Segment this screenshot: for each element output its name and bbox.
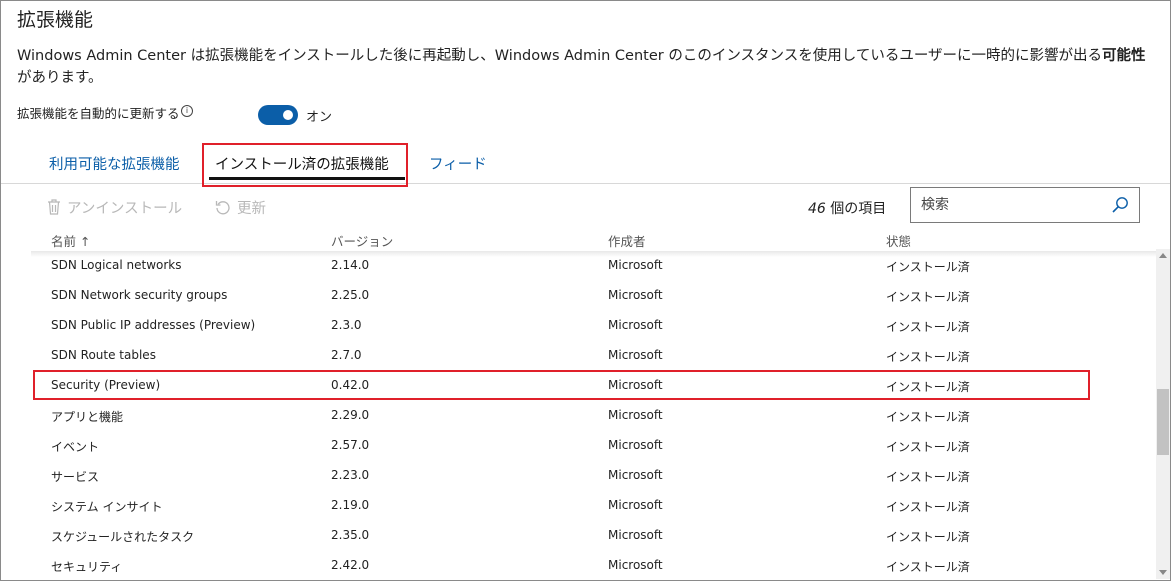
cell-author: Microsoft [608, 288, 663, 302]
restart-notice-tail: があります。 [17, 70, 103, 86]
cell-author: Microsoft [608, 348, 663, 362]
table-row[interactable]: システム インサイト 2.19.0 Microsoft インストール済 [31, 489, 1156, 519]
cell-author: Microsoft [608, 438, 663, 452]
sort-ascending-icon: ↑ [80, 234, 91, 249]
cell-name: SDN Route tables [51, 348, 156, 362]
cell-version: 2.14.0 [331, 258, 370, 272]
cell-author: Microsoft [608, 258, 663, 272]
info-icon[interactable]: i [181, 105, 193, 117]
uninstall-button[interactable]: アンインストール [47, 197, 182, 218]
table-row[interactable]: セキュリティ 2.42.0 Microsoft インストール済 [31, 549, 1156, 579]
cell-status: インストール済 [886, 290, 970, 304]
column-header-version[interactable]: バージョン [331, 231, 393, 250]
scroll-up-icon[interactable] [1159, 253, 1167, 258]
column-header-status[interactable]: 状態 [886, 231, 911, 250]
table-row[interactable]: アプリと機能 2.29.0 Microsoft インストール済 [31, 399, 1156, 429]
toggle-state-label: オン [306, 110, 333, 125]
restart-notice-text: Windows Admin Center は拡張機能をインストールした後に再起動… [17, 48, 1103, 64]
page-title: 拡張機能 [17, 9, 94, 31]
auto-update-toggle[interactable] [258, 105, 298, 125]
cell-version: 2.35.0 [331, 528, 370, 542]
table-header-divider [31, 251, 1156, 257]
cell-name: SDN Public IP addresses (Preview) [51, 318, 256, 332]
cell-version: 2.3.0 [331, 318, 362, 332]
scrollbar-thumb[interactable] [1157, 389, 1169, 455]
restart-notice-bold: 可能性 [1102, 48, 1146, 64]
restart-notice: Windows Admin Center は拡張機能をインストールした後に再起動… [17, 45, 1147, 89]
cell-name: システム インサイト [51, 500, 163, 514]
refresh-icon [215, 201, 230, 215]
cell-name: セキュリティ [51, 560, 123, 574]
cell-name: サービス [51, 470, 100, 484]
search-input[interactable] [911, 188, 1121, 222]
cell-status: インストール済 [886, 560, 970, 574]
tab-feeds[interactable]: フィード [429, 153, 487, 174]
cell-name: スケジュールされたタスク [51, 530, 195, 544]
table-row[interactable]: SDN Route tables 2.7.0 Microsoft インストール済 [31, 339, 1156, 369]
cell-name: アプリと機能 [51, 410, 124, 424]
cell-status: インストール済 [886, 260, 970, 274]
cell-version: 2.57.0 [331, 438, 370, 452]
trash-icon [48, 199, 60, 215]
table-row[interactable]: サービス 2.23.0 Microsoft インストール済 [31, 459, 1156, 489]
auto-update-label: 拡張機能を自動的に更新する [17, 106, 180, 121]
table-row[interactable]: イベント 2.57.0 Microsoft インストール済 [31, 429, 1156, 459]
extensions-table: SDN Logical networks 2.14.0 Microsoft イン… [31, 249, 1156, 579]
tab-highlight-box [202, 143, 408, 187]
cell-status: インストール済 [886, 530, 970, 544]
cell-version: 2.7.0 [331, 348, 362, 362]
row-highlight-box [33, 370, 1090, 400]
cell-name: SDN Network security groups [51, 288, 228, 302]
cell-version: 2.25.0 [331, 288, 370, 302]
extension-tabs: 利用可能な拡張機能 インストール済の拡張機能 フィード [1, 141, 1170, 184]
cell-version: 2.19.0 [331, 498, 370, 512]
table-row[interactable]: SDN Public IP addresses (Preview) 2.3.0 … [31, 309, 1156, 339]
table-scrollbar[interactable] [1156, 249, 1170, 579]
cell-author: Microsoft [608, 468, 663, 482]
item-count: 46 個の項目 [808, 198, 886, 218]
column-header-name-label: 名前 [51, 234, 77, 249]
extensions-panel: 拡張機能 Windows Admin Center は拡張機能をインストールした… [0, 0, 1171, 581]
cell-version: 2.29.0 [331, 408, 370, 422]
column-header-author[interactable]: 作成者 [608, 231, 646, 250]
uninstall-label: アンインストール [67, 201, 183, 217]
cell-version: 2.23.0 [331, 468, 370, 482]
cell-version: 2.42.0 [331, 558, 370, 572]
cell-author: Microsoft [608, 528, 663, 542]
scroll-down-icon[interactable] [1159, 570, 1167, 575]
item-count-number: 46 [808, 201, 826, 217]
cell-status: インストール済 [886, 470, 970, 484]
cell-name: SDN Logical networks [51, 258, 182, 272]
cell-status: インストール済 [886, 350, 970, 364]
cell-status: インストール済 [886, 320, 970, 334]
refresh-button[interactable]: 更新 [215, 197, 266, 218]
refresh-label: 更新 [237, 201, 266, 217]
cell-author: Microsoft [608, 318, 663, 332]
cell-status: インストール済 [886, 500, 970, 514]
cell-status: インストール済 [886, 410, 970, 424]
item-count-suffix: 個の項目 [825, 201, 887, 217]
cell-author: Microsoft [608, 408, 663, 422]
cell-status: インストール済 [886, 440, 970, 454]
table-row[interactable]: スケジュールされたタスク 2.35.0 Microsoft インストール済 [31, 519, 1156, 549]
cell-author: Microsoft [608, 498, 663, 512]
table-row[interactable]: SDN Network security groups 2.25.0 Micro… [31, 279, 1156, 309]
toggle-knob [283, 110, 293, 120]
column-header-name[interactable]: 名前 ↑ [51, 231, 90, 250]
search-button[interactable] [1111, 196, 1129, 214]
cell-author: Microsoft [608, 558, 663, 572]
tab-available-extensions[interactable]: 利用可能な拡張機能 [49, 153, 180, 174]
search-icon [1112, 197, 1128, 213]
cell-name: イベント [51, 440, 100, 454]
search-box [910, 187, 1140, 223]
